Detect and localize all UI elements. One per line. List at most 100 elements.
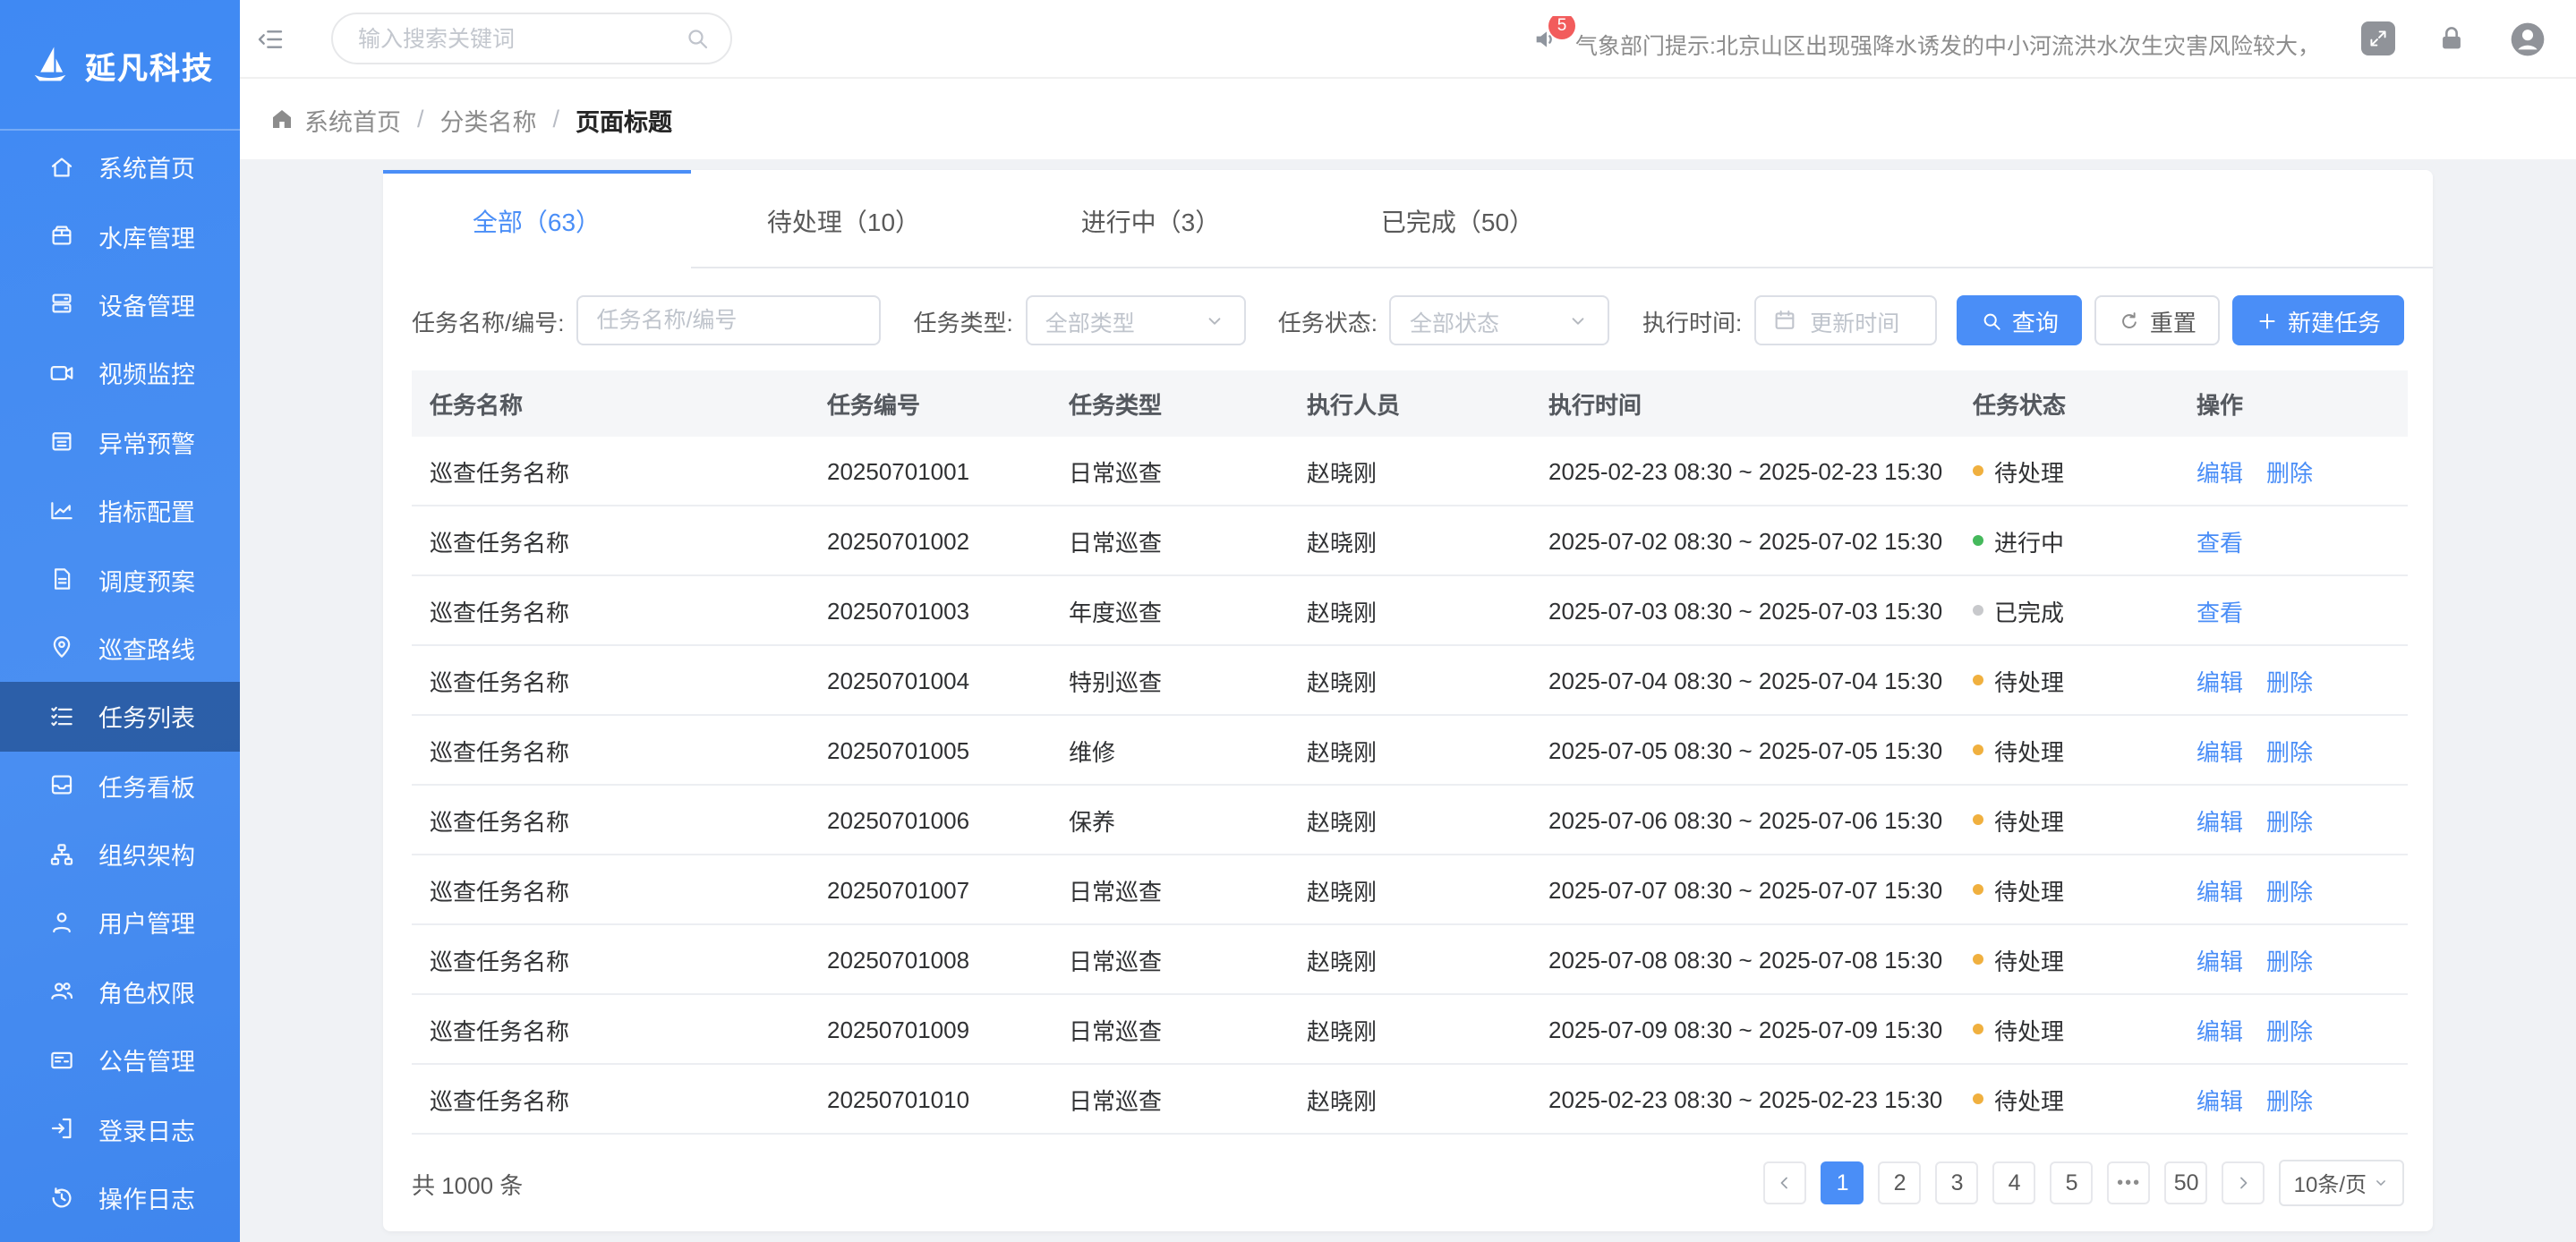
refresh-icon	[2118, 309, 2141, 332]
table-row: 巡查任务名称20250701003年度巡查赵晓刚2025-07-03 08:30…	[412, 575, 2408, 645]
plan-icon	[48, 566, 75, 592]
page-size-select[interactable]: 10条/页	[2280, 1160, 2404, 1206]
page-button-50[interactable]: 50	[2165, 1161, 2208, 1204]
task-time: 2025-07-04 08:30 ~ 2025-07-04 15:30	[1531, 645, 1955, 715]
status-label: 进行中	[1994, 523, 2064, 557]
action-link[interactable]: 编辑	[2196, 1017, 2243, 1044]
task-table: 任务名称任务编号任务类型执行人员执行时间任务状态操作 巡查任务名称2025070…	[412, 370, 2408, 1135]
tab-0[interactable]: 全部（63）	[383, 170, 690, 268]
action-link[interactable]: 删除	[2266, 948, 2313, 974]
task-person: 赵晓刚	[1289, 785, 1531, 855]
task-status-select[interactable]: 全部状态	[1390, 295, 1610, 345]
tab-2[interactable]: 进行中（3）	[997, 170, 1304, 268]
breadcrumb-category[interactable]: 分类名称	[440, 101, 537, 137]
search-button[interactable]: 查询	[1957, 295, 2082, 345]
sidebar-item-oplog[interactable]: 操作日志	[0, 1163, 240, 1232]
task-status: 进行中	[1955, 506, 2179, 575]
sidebar-item-notice[interactable]: 公告管理	[0, 1025, 240, 1094]
action-link[interactable]: 删除	[2266, 1017, 2313, 1044]
status-dot	[1973, 1024, 1983, 1034]
search-icon[interactable]	[684, 25, 711, 52]
exec-time-picker[interactable]: 更新时间	[1754, 295, 1937, 345]
action-link[interactable]: 编辑	[2196, 738, 2243, 765]
task-type-select[interactable]: 全部类型	[1026, 295, 1246, 345]
task-id: 20250701004	[809, 645, 1051, 715]
main-area: 5 气象部门提示:北京山区出现强降水诱发的中小河流洪水次生灾害风险较大，请部门加…	[240, 0, 2576, 1242]
task-status: 待处理	[1955, 855, 2179, 924]
task-person: 赵晓刚	[1289, 1064, 1531, 1134]
action-link[interactable]: 编辑	[2196, 668, 2243, 695]
action-link[interactable]: 删除	[2266, 459, 2313, 486]
notice-count-badge: 5	[1548, 16, 1575, 39]
fullscreen-button[interactable]	[2361, 21, 2395, 55]
task-id: 20250701008	[809, 924, 1051, 994]
sidebar-item-org[interactable]: 组织架构	[0, 820, 240, 889]
sidebar-item-route[interactable]: 巡查路线	[0, 613, 240, 682]
page-button-1[interactable]: 1	[1821, 1161, 1864, 1204]
pagination-bar: 共 1000 条 12345•••5010条/页	[383, 1135, 2433, 1231]
status-label: 待处理	[1994, 803, 2064, 837]
action-link[interactable]: 编辑	[2196, 878, 2243, 905]
page-button-5[interactable]: 5	[2051, 1161, 2094, 1204]
sailboat-logo-icon	[26, 41, 73, 88]
task-person: 赵晓刚	[1289, 924, 1531, 994]
action-link[interactable]: 编辑	[2196, 1087, 2243, 1114]
task-time: 2025-07-06 08:30 ~ 2025-07-06 15:30	[1531, 785, 1955, 855]
action-link[interactable]: 编辑	[2196, 808, 2243, 835]
task-name-input[interactable]	[576, 295, 881, 345]
next-page-button[interactable]	[2222, 1161, 2265, 1204]
task-type: 特别巡查	[1051, 645, 1289, 715]
sidebar-item-board[interactable]: 任务看板	[0, 751, 240, 820]
action-link[interactable]: 编辑	[2196, 459, 2243, 486]
reset-button[interactable]: 重置	[2094, 295, 2220, 345]
sidebar-item-device[interactable]: 设备管理	[0, 270, 240, 339]
sidebar-item-tasks[interactable]: 任务列表	[0, 682, 240, 751]
device-icon	[48, 291, 75, 318]
action-link[interactable]: 查看	[2196, 599, 2243, 625]
task-status: 待处理	[1955, 994, 2179, 1064]
page-button-2[interactable]: 2	[1879, 1161, 1922, 1204]
sidebar-item-user[interactable]: 用户管理	[0, 889, 240, 957]
sidebar-item-label: 任务看板	[98, 767, 195, 803]
sidebar-item-warning[interactable]: 异常预警	[0, 407, 240, 476]
action-link[interactable]: 删除	[2266, 668, 2313, 695]
table-body: 巡查任务名称20250701001日常巡查赵晓刚2025-02-23 08:30…	[412, 437, 2408, 1134]
sidebar-item-roles[interactable]: 角色权限	[0, 957, 240, 1025]
action-link[interactable]: 删除	[2266, 878, 2313, 905]
app-root: 延凡科技 系统首页水库管理设备管理视频监控异常预警指标配置调度预案巡查路线任务列…	[0, 0, 2576, 1242]
task-person: 赵晓刚	[1289, 437, 1531, 506]
create-task-button[interactable]: 新建任务	[2232, 295, 2404, 345]
action-link[interactable]: 删除	[2266, 808, 2313, 835]
breadcrumb-separator: /	[417, 106, 424, 132]
task-name: 巡查任务名称	[412, 924, 809, 994]
action-link[interactable]: 查看	[2196, 529, 2243, 556]
status-dot	[1973, 605, 1983, 616]
sidebar-item-label: 组织架构	[98, 836, 195, 872]
tab-3[interactable]: 已完成（50）	[1304, 170, 1611, 268]
task-status: 待处理	[1955, 437, 2179, 506]
action-link[interactable]: 编辑	[2196, 948, 2243, 974]
prev-page-button[interactable]	[1764, 1161, 1807, 1204]
oplog-icon	[48, 1184, 75, 1211]
filter-row: 任务名称/编号: 任务类型: 全部类型 任务状态: 全部状态 执行时间:	[383, 268, 2433, 370]
user-avatar[interactable]	[2508, 19, 2547, 58]
tab-1[interactable]: 待处理（10）	[690, 170, 997, 268]
lock-icon[interactable]	[2436, 23, 2467, 54]
breadcrumb-home[interactable]: 系统首页	[304, 101, 401, 137]
page-button-4[interactable]: 4	[1993, 1161, 2036, 1204]
sidebar-item-reservoir[interactable]: 水库管理	[0, 201, 240, 270]
sidebar-item-plan[interactable]: 调度预案	[0, 545, 240, 614]
page-button-3[interactable]: 3	[1936, 1161, 1979, 1204]
sidebar-collapse-icon[interactable]	[256, 24, 285, 53]
global-search-input[interactable]	[331, 13, 732, 64]
home-icon[interactable]	[269, 106, 295, 132]
sidebar-item-video[interactable]: 视频监控	[0, 338, 240, 407]
task-id: 20250701007	[809, 855, 1051, 924]
more-pages-button[interactable]: •••	[2108, 1161, 2151, 1204]
action-link[interactable]: 删除	[2266, 738, 2313, 765]
sidebar-item-home[interactable]: 系统首页	[0, 132, 240, 201]
sidebar-item-login[interactable]: 登录日志	[0, 1094, 240, 1163]
action-link[interactable]: 删除	[2266, 1087, 2313, 1114]
sidebar-item-metric[interactable]: 指标配置	[0, 476, 240, 545]
board-icon	[48, 771, 75, 798]
